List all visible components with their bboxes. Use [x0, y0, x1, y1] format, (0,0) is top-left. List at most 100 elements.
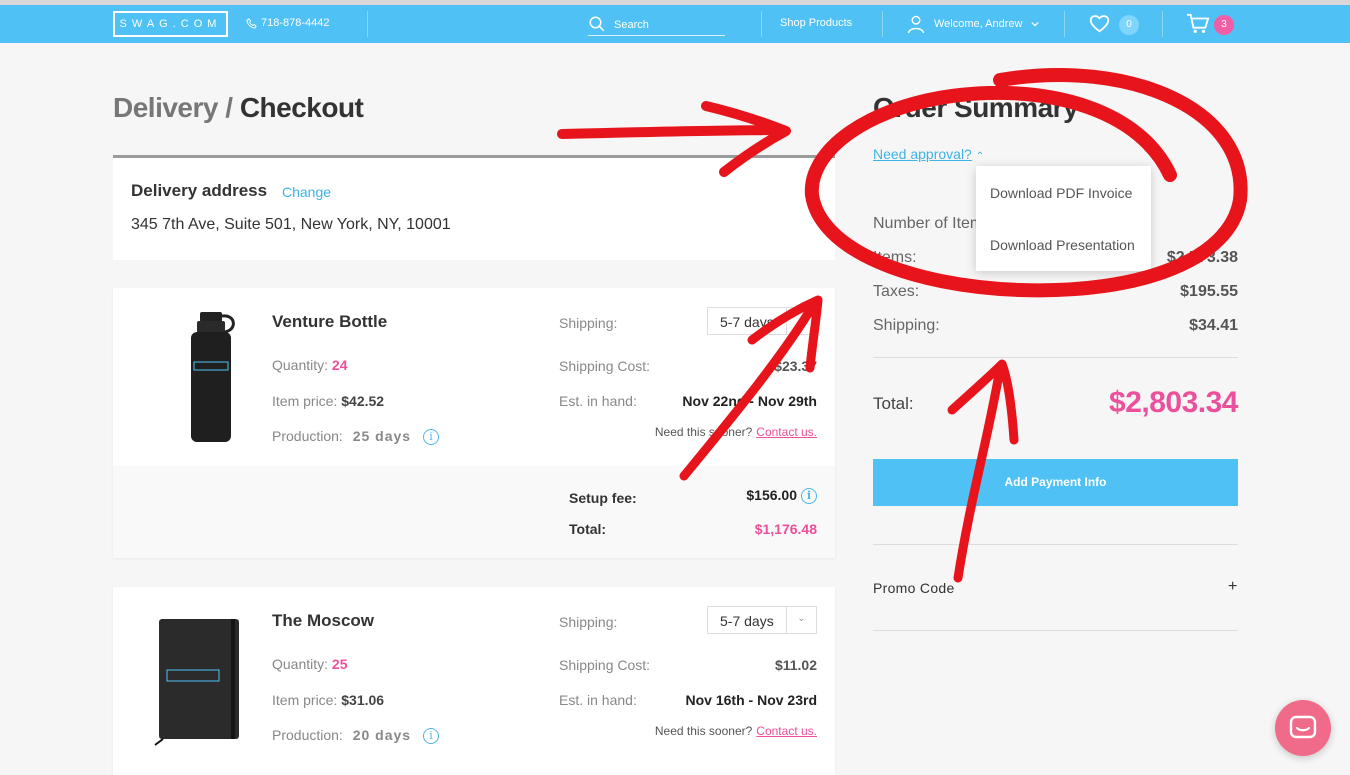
approval-dropdown-menu: Download PDF Invoice Download Presentati… [976, 166, 1151, 271]
favorites-count-badge: 0 [1119, 15, 1139, 35]
shop-products-link[interactable]: Shop Products [780, 17, 852, 29]
welcome-text: Welcome, Andrew [934, 18, 1023, 30]
quantity-label: Quantity: [272, 357, 329, 373]
download-pdf-invoice-item[interactable]: Download PDF Invoice [990, 185, 1132, 201]
need-approval-toggle[interactable]: Need approval? ⌃ [873, 146, 984, 162]
search-icon [589, 16, 605, 32]
item-price-label: Item price: [272, 692, 338, 708]
info-icon[interactable]: i [801, 488, 817, 505]
est-in-hand-label: Est. in hand: [559, 393, 637, 409]
est-in-hand-value: Nov 16th - Nov 23rd [685, 692, 817, 708]
user-icon [907, 15, 925, 34]
need-sooner-text: Need this sooner? Contact us. [655, 425, 817, 439]
page-title: Delivery / Checkout [113, 92, 364, 124]
plus-icon[interactable]: + [1228, 578, 1237, 596]
cart-icon[interactable] [1186, 13, 1210, 35]
setup-fee-row: $156.00 i [746, 487, 817, 505]
nav-divider [367, 11, 368, 37]
promo-code-toggle[interactable]: Promo Code [873, 580, 955, 596]
item-price-label: Item price: [272, 393, 338, 409]
chevron-down-icon [1031, 21, 1040, 27]
shipping-cost-value: $11.02 [774, 657, 817, 673]
add-payment-info-button[interactable]: Add Payment Info [873, 459, 1238, 506]
order-summary-title: Order Summary [873, 92, 1079, 123]
nav-divider [761, 11, 762, 37]
shipping-cost-value: $23.37 [774, 358, 817, 374]
shipping-label: Shipping: [559, 614, 618, 630]
production-row: Production: 25 days i [272, 428, 439, 446]
shipping-label: Shipping: [559, 315, 618, 331]
download-presentation-item[interactable]: Download Presentation [990, 237, 1135, 253]
search-input[interactable] [614, 17, 719, 33]
user-menu[interactable]: Welcome, Andrew [907, 14, 1040, 34]
delivery-address-text: 345 7th Ave, Suite 501, New York, NY, 10… [131, 216, 451, 233]
phone-number: 718-878-4442 [261, 17, 330, 29]
need-sooner-text: Need this sooner? Contact us. [655, 724, 817, 738]
shipping-value: $34.41 [1189, 317, 1238, 334]
production-label: Production: [272, 428, 343, 444]
item-price-value: $42.52 [341, 393, 385, 409]
cart-item-venture-bottle: Venture Bottle Quantity: 24 Item price: … [113, 288, 835, 558]
chevron-up-icon: ⌃ [975, 151, 985, 162]
production-value: 25 days [352, 428, 412, 444]
phone-icon [246, 17, 257, 29]
need-sooner-label: Need this sooner? [654, 425, 753, 439]
the-moscow-notebook-image [154, 619, 239, 746]
product-name: Venture Bottle [272, 312, 388, 331]
delivery-address-label: Delivery address [131, 181, 268, 200]
quantity-row: Quantity: 24 [272, 357, 348, 373]
delivery-address-panel: Delivery address Change 345 7th Ave, Sui… [113, 155, 835, 260]
item-price-row: Item price: $42.52 [272, 393, 384, 409]
shipping-select-value: 5-7 days [720, 613, 774, 629]
order-total-label: Total: [873, 394, 914, 413]
nav-divider [1162, 11, 1163, 37]
summary-divider [873, 357, 1238, 358]
est-in-hand-label: Est. in hand: [559, 692, 637, 708]
order-total-value: $2,803.34 [1109, 386, 1238, 419]
page-title-delivery: Delivery / [113, 92, 233, 123]
setup-fee-value: $156.00 [746, 487, 797, 503]
chat-widget-button[interactable] [1275, 700, 1331, 756]
quantity-value: 25 [331, 656, 348, 672]
contact-us-link[interactable]: Contact us. [756, 425, 817, 439]
shipping-select[interactable]: 5-7 days ⌄ [707, 606, 817, 634]
heart-icon[interactable] [1089, 14, 1110, 33]
est-in-hand-value: Nov 22nd - Nov 29th [682, 393, 817, 409]
chevron-down-icon: ⌄ [786, 308, 816, 334]
venture-bottle-image [191, 312, 235, 442]
item-price-row: Item price: $31.06 [272, 692, 384, 708]
need-sooner-label: Need this sooner? [654, 724, 753, 738]
setup-fee-label: Setup fee: [569, 490, 637, 506]
page-title-checkout: Checkout [239, 92, 364, 123]
shipping-select-value: 5-7 days [720, 314, 774, 330]
info-icon[interactable]: i [422, 429, 439, 446]
contact-us-link[interactable]: Contact us. [756, 724, 817, 738]
taxes-value: $195.55 [1180, 283, 1238, 300]
quantity-row: Quantity: 25 [272, 656, 348, 672]
item-total-label: Total: [569, 521, 607, 537]
shipping-select[interactable]: 5-7 days ⌄ [707, 307, 817, 335]
shipping-cost-label: Shipping Cost: [559, 358, 651, 374]
shipping-cost-label: Shipping Cost: [559, 657, 651, 673]
item-price-value: $31.06 [341, 692, 385, 708]
item-total-value: $1,176.48 [754, 521, 817, 537]
nav-divider [882, 11, 883, 37]
quantity-label: Quantity: [272, 656, 329, 672]
need-approval-label: Need approval? [873, 146, 972, 162]
shipping-label: Shipping: [873, 317, 940, 334]
item-totals-footer: Setup fee: $156.00 i Total: $1,176.48 [113, 466, 835, 558]
search-box[interactable] [588, 14, 725, 36]
quantity-value: 24 [331, 357, 348, 373]
cart-item-the-moscow: The Moscow Quantity: 25 Item price: $31.… [113, 587, 835, 775]
production-row: Production: 20 days i [272, 727, 439, 745]
summary-divider [873, 630, 1238, 631]
nav-divider [1064, 11, 1065, 37]
production-value: 20 days [352, 727, 412, 743]
phone-link[interactable]: 718-878-4442 [246, 17, 330, 29]
items-value: $2,573.38 [1166, 249, 1238, 266]
cart-count-badge: 3 [1214, 15, 1234, 35]
info-icon[interactable]: i [422, 728, 439, 745]
top-nav-bar: SWAG.COM 718-878-4442 Shop Products Welc… [0, 5, 1350, 43]
change-address-link[interactable]: Change [282, 184, 331, 200]
swag-logo[interactable]: SWAG.COM [113, 11, 228, 37]
